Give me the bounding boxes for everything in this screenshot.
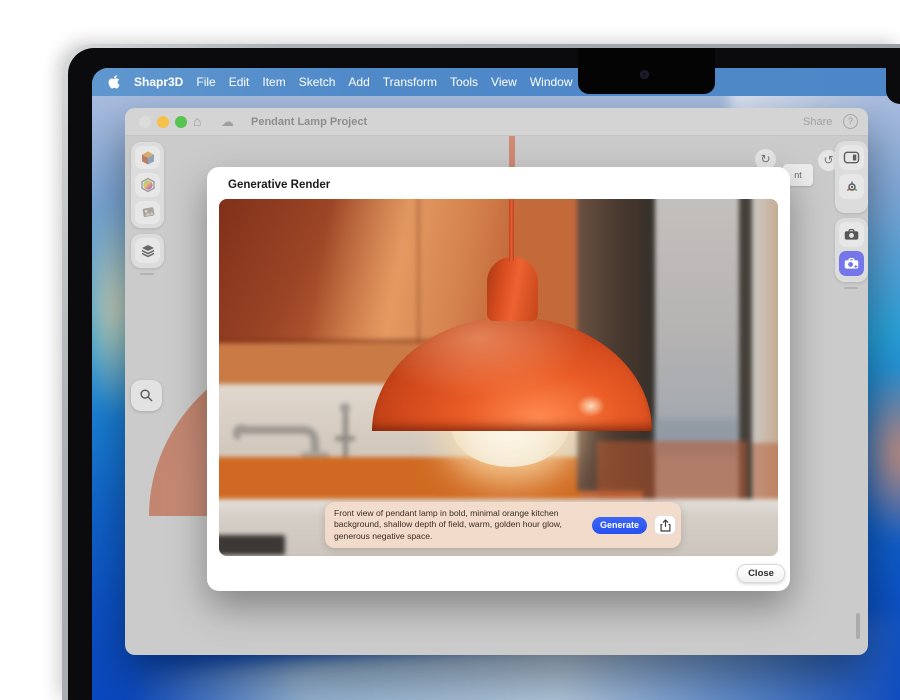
menu-item-add[interactable]: Add [348, 75, 369, 89]
generate-button[interactable]: Generate [592, 517, 647, 534]
left-toolbar-group-modeling [131, 142, 164, 228]
menu-item-file[interactable]: File [196, 75, 215, 89]
share-button[interactable]: Share [803, 116, 832, 128]
generative-render-modal: Generative Render [207, 167, 790, 591]
minimize-window-button[interactable] [157, 116, 169, 128]
menu-item-view[interactable]: View [491, 75, 517, 89]
zoom-window-button[interactable] [175, 116, 187, 128]
menu-item-tools[interactable]: Tools [450, 75, 478, 89]
camera-icon[interactable] [839, 222, 864, 247]
left-toolbar-group-items [131, 234, 164, 268]
menu-item-transform[interactable]: Transform [383, 75, 437, 89]
orientation-gizmo-icon[interactable] [839, 174, 864, 199]
menu-item-item[interactable]: Item [262, 75, 285, 89]
search-icon[interactable] [131, 380, 162, 411]
scrollbar-thumb[interactable] [856, 613, 860, 639]
prompt-text-input[interactable]: Front view of pendant lamp in bold, mini… [334, 508, 585, 542]
webcam-icon [640, 70, 649, 79]
generative-render-icon[interactable] [839, 251, 864, 276]
solids-icon[interactable] [135, 146, 160, 169]
help-icon[interactable]: ? [843, 114, 858, 129]
bezel-top-right-corner [886, 68, 900, 104]
display-notch [578, 48, 715, 94]
right-toolbar-group-render [835, 218, 868, 282]
modal-title: Generative Render [228, 179, 330, 191]
render-bg-warm-reflection-1 [597, 441, 747, 503]
render-bg-warm-reflection-2 [752, 443, 778, 505]
left-toolbar-drag-handle[interactable] [140, 273, 154, 275]
render-image: Front view of pendant lamp in bold, mini… [219, 199, 778, 556]
home-icon[interactable]: ⌂ [193, 113, 201, 129]
render-view-icon[interactable] [135, 201, 160, 224]
close-window-button[interactable] [139, 116, 151, 128]
menu-item-sketch[interactable]: Sketch [299, 75, 336, 89]
cloud-sync-icon: ☁ [221, 114, 234, 130]
project-title: Pendant Lamp Project [251, 116, 367, 128]
canvas-lamp-cord-dimmed [509, 136, 515, 168]
menu-bar: Shapr3D File Edit Item Sketch Add Transf… [92, 68, 900, 96]
apple-menu-icon[interactable] [108, 75, 120, 89]
prompt-bar: Front view of pendant lamp in bold, mini… [325, 502, 681, 548]
export-share-button[interactable] [654, 515, 676, 535]
marketing-scene: Shapr3D File Edit Item Sketch Add Transf… [0, 0, 900, 700]
close-modal-button[interactable]: Close [737, 564, 785, 583]
lamp-cord [509, 199, 514, 261]
menu-item-shapr3d[interactable]: Shapr3D [134, 75, 183, 89]
lamp-specular-highlight [577, 395, 605, 417]
layers-icon[interactable] [135, 238, 160, 263]
menu-item-window[interactable]: Window [530, 75, 573, 89]
lamp-cap [487, 257, 538, 321]
share-upload-icon [660, 519, 671, 532]
render-bg-sink [219, 535, 285, 555]
panel-icon[interactable] [839, 145, 864, 170]
right-toolbar-group-view [835, 141, 868, 213]
appearance-icon[interactable] [135, 173, 160, 196]
laptop-screen: Shapr3D File Edit Item Sketch Add Transf… [92, 68, 900, 700]
window-title-bar: ⌂ ☁ Pendant Lamp Project Share ? [125, 108, 868, 136]
menu-item-edit[interactable]: Edit [229, 75, 250, 89]
right-toolbar-drag-handle[interactable] [844, 287, 858, 289]
